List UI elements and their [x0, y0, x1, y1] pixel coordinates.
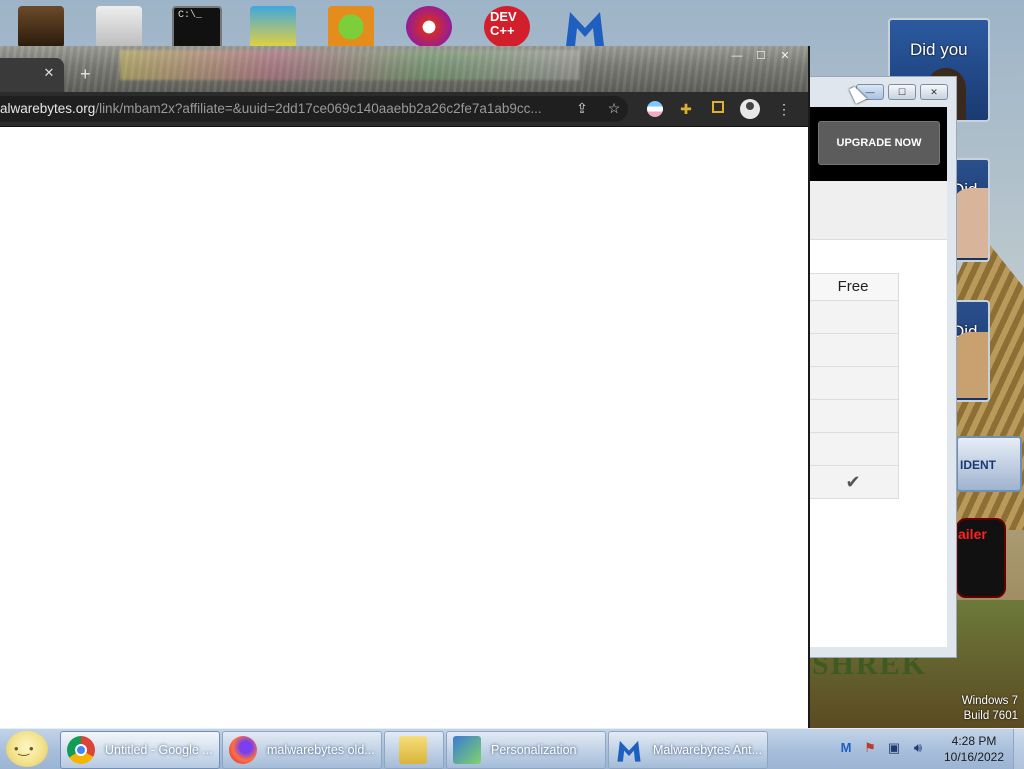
task-firefox[interactable]: malwarebytes old... [222, 731, 382, 769]
sidebar-icon-shape [712, 101, 724, 113]
gadget-text-1: Did you [910, 40, 968, 59]
task-malwarebytes[interactable]: Malwarebytes Ant... [608, 731, 768, 769]
tab-untitled[interactable]: ✕ [0, 58, 64, 92]
task-label: Untitled - Google ... [105, 743, 213, 757]
chrome-minimize-button[interactable]: — [728, 50, 746, 62]
flag-icon[interactable]: ⚑ [862, 739, 878, 757]
task-chrome[interactable]: Untitled - Google ... [60, 731, 220, 769]
start-button[interactable] [6, 731, 48, 767]
paper-icon[interactable] [96, 6, 142, 48]
among-us-icon[interactable] [250, 6, 296, 48]
taskbar: Untitled - Google ... malwarebytes old..… [0, 728, 1024, 769]
new-tab-button[interactable]: + [80, 64, 91, 85]
puzzle-icon[interactable]: ✚ [678, 101, 694, 117]
malwarebytes-icon [615, 736, 643, 764]
mb-content: UPGRADE NOW Free ✔ [808, 107, 947, 647]
sidebar-icon[interactable] [710, 101, 726, 117]
mb-title-controls: — ☐ ✕ [856, 84, 948, 100]
malwarebytes-tray-icon[interactable]: M [838, 739, 854, 757]
compare-row [808, 433, 898, 466]
task-explorer[interactable] [384, 731, 444, 769]
gadget-badge[interactable]: IDENT [956, 436, 1022, 492]
show-desktop-button[interactable] [1013, 729, 1024, 769]
address-bar[interactable]: alwarebytes.org/link/mbam2x?affiliate=&u… [0, 96, 628, 122]
compare-header-free: Free [808, 274, 898, 301]
watermark-line1: Windows 7 [961, 695, 1018, 707]
watermark-line2: Build 7601 [963, 710, 1018, 722]
chrome-icon [67, 736, 95, 764]
extension-flag-icon[interactable] [647, 101, 663, 117]
task-label: Personalization [491, 743, 577, 757]
paint-icon[interactable] [406, 6, 452, 48]
volume-icon[interactable]: 🔊︎ [910, 739, 926, 757]
chrome-titlebar[interactable]: ✕ + — ☐ ✕ [0, 46, 808, 92]
url-text[interactable]: alwarebytes.org/link/mbam2x?affiliate=&u… [0, 101, 542, 116]
clock-date: 10/16/2022 [943, 750, 1005, 764]
star-icon[interactable]: ☆ [606, 100, 622, 116]
compare-row [808, 400, 898, 433]
chrome-toolbar: alwarebytes.org/link/mbam2x?affiliate=&u… [0, 92, 808, 127]
malwarebytes-icon[interactable] [562, 6, 608, 48]
compare-table: Free ✔ [808, 273, 899, 499]
mb-close-button[interactable]: ✕ [920, 84, 948, 100]
dev-cpp-text: DEV C++ [490, 9, 517, 38]
url-domain: alwarebytes.org [0, 101, 96, 116]
share-icon[interactable]: ⇪ [574, 100, 590, 116]
mb-subheader [808, 181, 947, 240]
chrome-maximize-button[interactable]: ☐ [752, 50, 770, 62]
upgrade-now-button[interactable]: UPGRADE NOW [818, 121, 940, 165]
figure-icon[interactable] [18, 6, 64, 48]
compare-row [808, 301, 898, 334]
chrome-icon-center [75, 744, 87, 756]
tab-close-icon[interactable]: ✕ [42, 66, 56, 80]
task-personalization[interactable]: Personalization [446, 731, 606, 769]
system-tray: M ⚑ ▣ 🔊︎ [838, 739, 926, 757]
chrome-window-controls: — ☐ ✕ [728, 50, 794, 62]
dev-cpp-icon[interactable]: DEV C++ [484, 6, 530, 48]
network-icon[interactable]: ▣ [886, 739, 902, 757]
task-label: malwarebytes old... [267, 743, 375, 757]
theme-paint-splash [120, 50, 580, 80]
chrome-close-button[interactable]: ✕ [776, 50, 794, 62]
chrome-window: ✕ + — ☐ ✕ alwarebytes.org/link/mbam2x?af… [0, 46, 808, 728]
folder-icon [399, 736, 427, 764]
profile-icon[interactable] [740, 99, 760, 119]
malwarebytes-window: — ☐ ✕ UPGRADE NOW Free ✔ [808, 76, 957, 658]
mb-header: UPGRADE NOW [808, 107, 947, 181]
compare-row-checkmark: ✔ [808, 466, 898, 498]
gadget-ad[interactable]: ailer [956, 518, 1006, 598]
personalization-icon [453, 736, 481, 764]
compare-row [808, 367, 898, 400]
gadget-face-2 [952, 188, 988, 258]
gadget-ad-text: ailer [958, 526, 987, 542]
menu-icon[interactable]: ⋮ [776, 101, 792, 117]
url-path: /link/mbam2x?affiliate=&uuid=2dd17ce069c… [95, 101, 542, 116]
gadget-face-3 [952, 332, 988, 398]
clock-time: 4:28 PM [951, 734, 997, 748]
mb-maximize-button[interactable]: ☐ [888, 84, 916, 100]
task-label: Malwarebytes Ant... [653, 743, 763, 757]
angry-birds-icon[interactable] [328, 6, 374, 48]
clock[interactable]: 4:28 PM 10/16/2022 [930, 733, 1018, 765]
page-content [0, 127, 806, 728]
gadget-badge-text: IDENT [960, 458, 996, 472]
windows-watermark: Windows 7 Build 7601 [962, 694, 1018, 724]
compare-row [808, 334, 898, 367]
firefox-icon [229, 736, 257, 764]
